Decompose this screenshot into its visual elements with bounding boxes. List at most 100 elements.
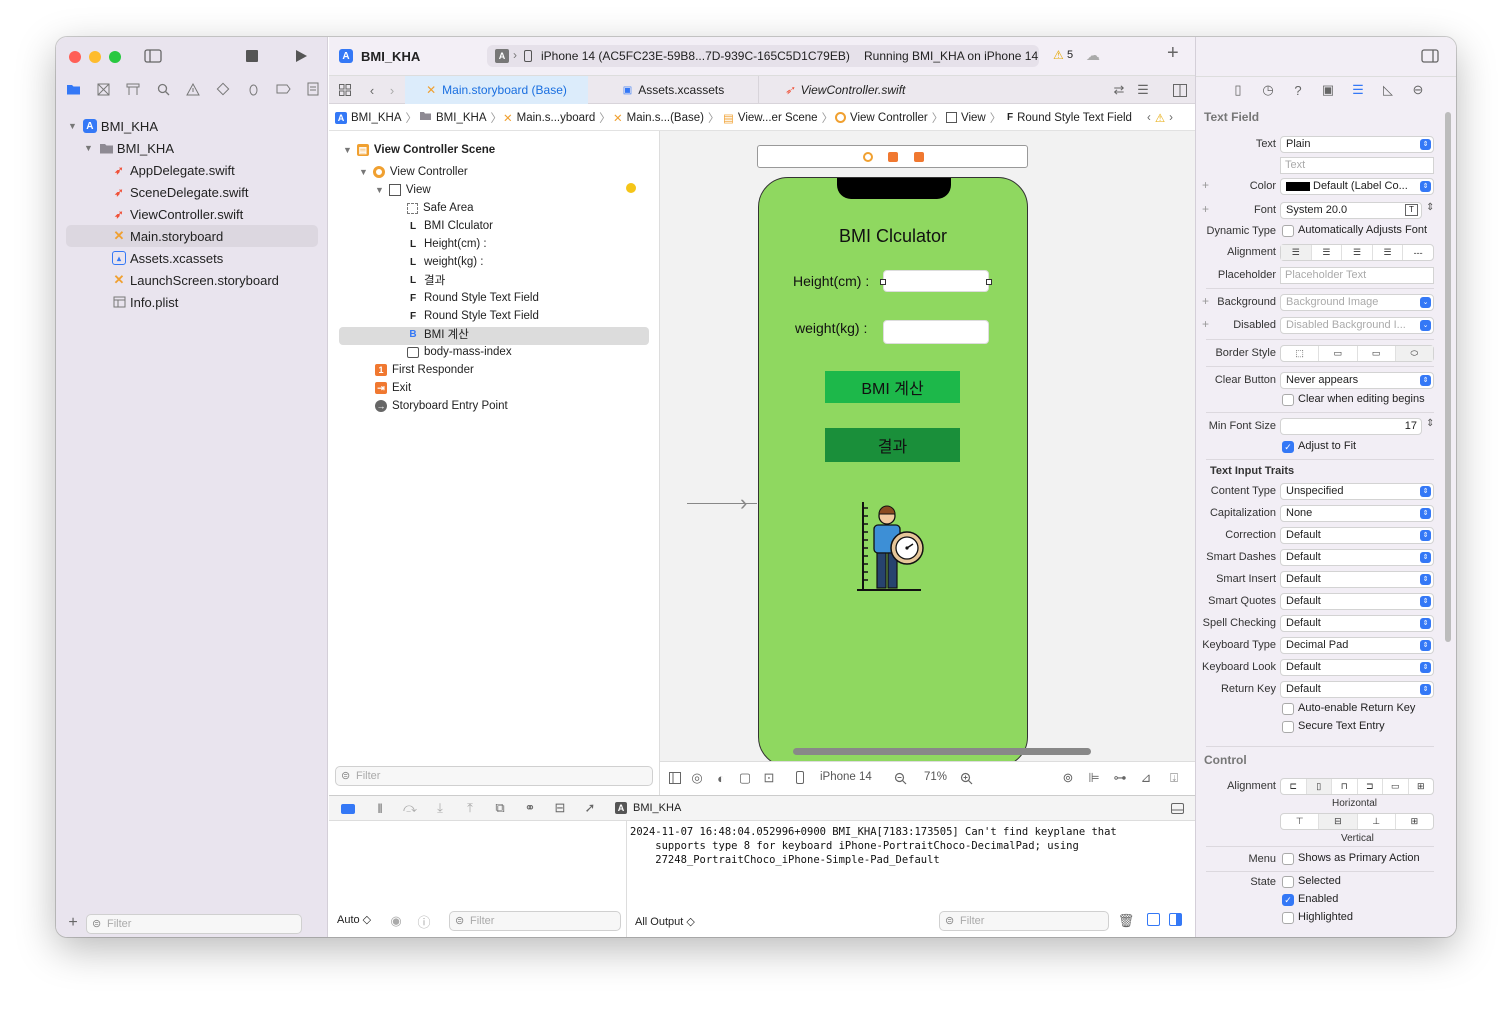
clear-editing-checkbox[interactable]	[1282, 394, 1294, 406]
horizontal-scrollbar[interactable]	[793, 748, 1091, 755]
outline-view-controller[interactable]: ▼ View Controller	[359, 163, 468, 181]
outline-label[interactable]: L 결과	[407, 271, 445, 289]
trait-popup[interactable]: Default ⇕	[1280, 593, 1434, 610]
file-inspector-icon[interactable]: ▯	[1230, 82, 1246, 98]
resize-handle[interactable]	[880, 279, 886, 285]
outline-scene[interactable]: ▼ ▤ View Controller Scene	[343, 141, 495, 159]
trait-popup[interactable]: Default ⇕	[1280, 681, 1434, 698]
outline-label[interactable]: L BMI Clculator	[407, 217, 493, 235]
add-variation-icon[interactable]: +	[1202, 178, 1209, 192]
resize-handle[interactable]	[986, 279, 992, 285]
auto-return-checkbox[interactable]	[1282, 703, 1294, 715]
back-icon[interactable]: ‹	[365, 82, 379, 98]
outline-label[interactable]: Lweight(kg) :	[407, 253, 484, 271]
outline-exit[interactable]: ⇥ Exit	[375, 379, 411, 397]
warning-icon[interactable]	[185, 81, 201, 97]
accessibility-icon[interactable]: ◎	[690, 770, 704, 785]
environment-icon[interactable]: ⊟	[553, 800, 567, 815]
bmi-calculate-button[interactable]: BMI 계산	[825, 371, 960, 403]
folder-icon[interactable]	[65, 81, 81, 97]
add-icon[interactable]: +	[66, 914, 80, 931]
stepper-icon[interactable]: ⇕	[1426, 418, 1434, 429]
output-filter-popup[interactable]: All Output ◇	[635, 915, 695, 928]
location-icon[interactable]: ➚	[583, 800, 597, 815]
refresh-icon[interactable]: ⇄	[1111, 82, 1127, 98]
resolve-issues-icon[interactable]: ⊿	[1138, 770, 1154, 785]
issue-nav[interactable]: ‹ ⚠ ›	[1147, 104, 1173, 131]
zoom-level[interactable]: 71%	[924, 771, 947, 783]
zoom-window-button[interactable]	[109, 51, 121, 63]
hide-debug-icon[interactable]	[1169, 801, 1185, 815]
orientation-icon[interactable]: ▢	[738, 770, 752, 785]
console-output[interactable]: 2024-11-07 16:48:04.052996+0900 BMI_KHA[…	[630, 825, 1117, 867]
run-icon[interactable]	[292, 47, 310, 65]
inspector-scrollbar[interactable]	[1445, 112, 1451, 642]
tree-item-launchscreen[interactable]: ✕ LaunchScreen.storyboard	[112, 269, 279, 291]
size-inspector-icon[interactable]: ◺	[1380, 82, 1396, 98]
trait-popup[interactable]: Unspecified ⇕	[1280, 483, 1434, 500]
trait-popup[interactable]: Decimal Pad ⇕	[1280, 637, 1434, 654]
weight-text-field[interactable]	[883, 320, 989, 344]
trait-popup[interactable]: Default ⇕	[1280, 659, 1434, 676]
state-selected-checkbox[interactable]	[1282, 876, 1294, 888]
navigator-filter-input[interactable]: Filter	[86, 914, 302, 934]
tree-item-appdelegate[interactable]: ➶ AppDelegate.swift	[112, 159, 234, 181]
outline-toggle-icon[interactable]	[668, 771, 682, 785]
body-mass-index-image[interactable]	[857, 500, 927, 592]
jump-item[interactable]: ▤ View...er Scene 〉	[723, 104, 833, 131]
outline-safe-area[interactable]: Safe Area	[407, 199, 474, 217]
pause-icon[interactable]: ‖	[373, 801, 387, 816]
trait-popup[interactable]: Default ⇕	[1280, 571, 1434, 588]
background-image-popup[interactable]: Background Image ⌄	[1280, 294, 1434, 311]
result-button[interactable]: 결과	[825, 428, 960, 462]
close-window-button[interactable]	[69, 51, 81, 63]
tree-item-infoplist[interactable]: Info.plist	[112, 291, 178, 313]
add-constraints-icon[interactable]: ⊶	[1112, 770, 1128, 785]
trait-popup[interactable]: Default ⇕	[1280, 615, 1434, 632]
jump-item[interactable]: View 〉	[946, 104, 1001, 131]
storyboard-canvas[interactable]: › BMI Clculator Height(cm) : weight(kg) …	[660, 131, 1195, 761]
update-frames-icon[interactable]: ⊚	[1060, 770, 1076, 785]
outline-view[interactable]: ▼ View	[375, 181, 431, 199]
connections-inspector-icon[interactable]: ⊖	[1410, 82, 1426, 98]
inspector-toggle-icon[interactable]	[1420, 47, 1440, 65]
identity-inspector-icon[interactable]: ▣	[1320, 82, 1336, 98]
outline-text-field-selected[interactable]: F Round Style Text Field	[407, 289, 539, 307]
disabled-background-popup[interactable]: Disabled Background I... ⌄	[1280, 317, 1434, 334]
jump-item[interactable]: View Controller 〉	[835, 104, 943, 131]
jump-item[interactable]: A BMI_KHA 〉	[335, 104, 417, 131]
jump-item[interactable]: F Round Style Text Field	[1007, 104, 1132, 131]
add-icon[interactable]: +	[1167, 42, 1179, 65]
console-filter-input[interactable]: Filter	[939, 911, 1109, 931]
trait-popup[interactable]: Default ⇕	[1280, 549, 1434, 566]
horizontal-alignment-control[interactable]: ⊏ ▯ ⊓ ⊐ ▭ ⊞	[1280, 778, 1434, 795]
hierarchy-icon[interactable]	[125, 81, 141, 97]
tree-item-viewcontroller[interactable]: ➶ ViewController.swift	[112, 203, 243, 225]
color-popup[interactable]: Default (Label Co... ⇕	[1280, 178, 1434, 195]
text-value-field[interactable]: Text	[1280, 157, 1434, 174]
placeholder-field[interactable]: Placeholder Text	[1280, 267, 1434, 284]
memory-graph-icon[interactable]: ⚭	[523, 800, 537, 815]
appearance-icon[interactable]: ◐	[714, 771, 728, 786]
jump-item[interactable]: ✕ Main.s...yboard 〉	[503, 104, 611, 131]
align-icon[interactable]: ⊫	[1086, 770, 1102, 785]
menu-primary-checkbox[interactable]	[1282, 853, 1294, 865]
text-type-popup[interactable]: Plain ⇕	[1280, 136, 1434, 153]
tree-item-project[interactable]: ▼ A BMI_KHA	[68, 115, 158, 137]
editor-options-icon[interactable]: ☰	[1135, 82, 1151, 98]
run-destination[interactable]: iPhone 14 (AC5FC23E-59B8...7D-939C-165C5…	[541, 49, 850, 63]
variables-filter-input[interactable]: Filter	[449, 911, 621, 931]
device-label[interactable]: iPhone 14	[820, 771, 872, 783]
secure-entry-checkbox[interactable]	[1282, 721, 1294, 733]
outline-first-responder[interactable]: 1 First Responder	[375, 361, 474, 379]
step-out-icon[interactable]: ⤒	[463, 800, 477, 815]
breakpoint-icon[interactable]	[275, 81, 291, 97]
minimize-window-button[interactable]	[89, 51, 101, 63]
outline-filter-input[interactable]: Filter	[335, 766, 653, 786]
stepper-icon[interactable]: ⇕	[1426, 202, 1434, 213]
dynamic-type-checkbox[interactable]	[1282, 225, 1294, 237]
exit-icon[interactable]	[914, 152, 924, 162]
tree-item-scenedelegate[interactable]: ➶ SceneDelegate.swift	[112, 181, 248, 203]
split-editor-icon[interactable]	[1172, 82, 1188, 98]
add-variation-icon[interactable]: +	[1202, 317, 1209, 331]
